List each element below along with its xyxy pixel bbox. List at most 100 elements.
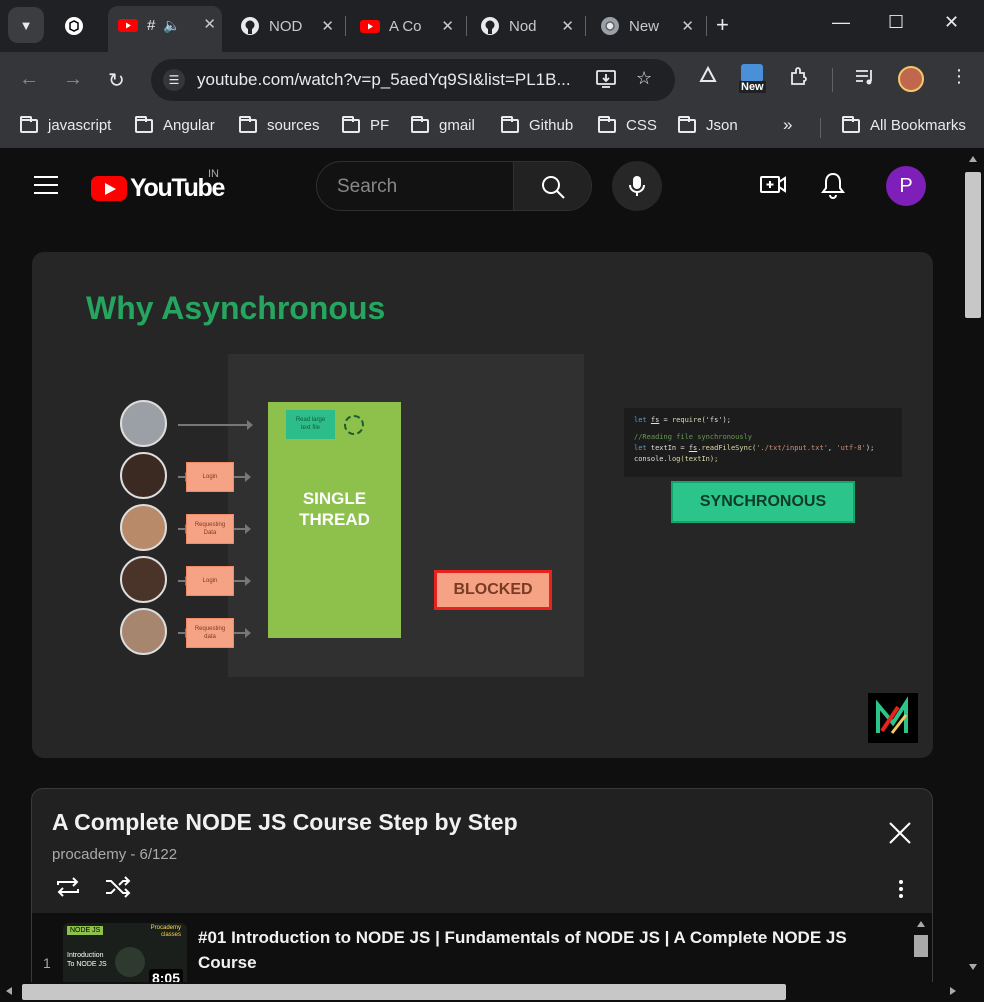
tab-github-node[interactable]: NOD ✕ <box>230 8 340 44</box>
tab-youtube-course[interactable]: A Co ✕ <box>350 8 460 44</box>
bookmark-folder[interactable]: PF <box>342 115 390 134</box>
create-video-button[interactable] <box>759 172 787 203</box>
shuffle-playlist-button[interactable] <box>104 875 132 904</box>
page-scroll-thumb[interactable] <box>965 172 981 318</box>
tab-chatgpt[interactable] <box>54 8 110 44</box>
loading-spinner-icon <box>344 415 364 435</box>
scroll-right-icon[interactable] <box>950 987 956 995</box>
minimize-button[interactable]: — <box>832 12 850 33</box>
all-bookmarks-button[interactable]: All Bookmarks <box>842 115 966 134</box>
bookmarks-overflow-button[interactable]: » <box>783 115 792 135</box>
youtube-header: YouTube IN Search P <box>0 148 962 224</box>
maximize-button[interactable]: ☐ <box>888 12 904 33</box>
close-tab-icon[interactable]: ✕ <box>203 15 216 33</box>
loop-playlist-button[interactable] <box>54 875 82 904</box>
scroll-up-icon[interactable] <box>969 156 977 162</box>
page-vertical-scrollbar[interactable] <box>962 148 984 982</box>
forward-button[interactable]: → <box>63 68 83 91</box>
notifications-button[interactable] <box>821 171 845 204</box>
playlist-subtitle[interactable]: procademy - 6/122 <box>52 846 177 863</box>
tab-github-node-2[interactable]: Nod ✕ <box>470 8 580 44</box>
extension-new-icon[interactable]: New <box>739 64 766 93</box>
site-info-icon[interactable]: ☰ <box>163 69 185 91</box>
account-avatar[interactable]: P <box>886 166 926 206</box>
close-tab-icon[interactable]: ✕ <box>561 17 574 35</box>
create-video-icon <box>760 176 786 193</box>
voice-search-button[interactable] <box>612 161 662 211</box>
bookmark-folder[interactable]: sources <box>239 115 320 134</box>
github-icon <box>240 16 260 36</box>
media-control-icon[interactable] <box>854 66 876 93</box>
extension-badge: New <box>739 81 766 93</box>
horizontal-scroll-thumb[interactable] <box>22 984 786 1000</box>
chrome-menu-icon[interactable]: ⋮ <box>950 66 968 87</box>
node-logo-icon <box>115 947 145 977</box>
chrome-icon <box>600 16 620 36</box>
repeat-icon <box>57 877 79 897</box>
extension-angular-icon[interactable] <box>698 65 718 91</box>
tab-strip: ▼ # 🔈 ✕ NOD ✕ A Co ✕ Nod ✕ New ✕ + — ☐ ✕ <box>0 0 984 52</box>
bookmark-star-icon[interactable]: ☆ <box>636 68 652 89</box>
bookmark-folder[interactable]: Json <box>678 115 738 134</box>
playlist-panel: A Complete NODE JS Course Step by Step p… <box>31 788 933 1002</box>
bookmark-folder[interactable]: javascript <box>20 115 112 134</box>
bookmark-folder[interactable]: Angular <box>135 115 215 134</box>
tab-active-youtube[interactable]: # 🔈 ✕ <box>108 6 222 52</box>
back-button[interactable]: ← <box>19 68 39 91</box>
search-box[interactable]: Search <box>316 161 592 211</box>
playlist-title[interactable]: A Complete NODE JS Course Step by Step <box>52 809 518 836</box>
close-icon <box>889 822 911 844</box>
scroll-up-icon[interactable] <box>917 921 925 927</box>
single-thread-box: Read large text file SINGLE THREAD <box>268 402 401 638</box>
close-playlist-button[interactable] <box>888 821 912 850</box>
playlist-scroll-thumb[interactable] <box>914 935 928 957</box>
person-avatar <box>120 556 167 603</box>
bell-icon <box>821 172 845 199</box>
search-icon <box>541 176 565 199</box>
request-box: Requesting Data <box>186 514 234 544</box>
tab-new-tab[interactable]: New ✕ <box>590 8 700 44</box>
address-bar[interactable]: ☰ youtube.com/watch?v=p_5aedYq9SI&list=P… <box>151 59 675 101</box>
install-app-icon[interactable] <box>595 68 617 95</box>
extensions-puzzle-icon[interactable] <box>788 66 810 93</box>
youtube-logo[interactable]: YouTube <box>91 174 225 203</box>
close-tab-icon[interactable]: ✕ <box>321 17 334 35</box>
playlist-video-title[interactable]: #01 Introduction to NODE JS | Fundamenta… <box>198 925 858 975</box>
url-text[interactable]: youtube.com/watch?v=p_5aedYq9SI&list=PL1… <box>197 70 571 90</box>
bookmark-folder[interactable]: Github <box>501 115 573 134</box>
bookmark-folder[interactable]: CSS <box>598 115 657 134</box>
playlist-more-button[interactable] <box>898 879 904 904</box>
close-tab-icon[interactable]: ✕ <box>681 17 694 35</box>
close-tab-icon[interactable]: ✕ <box>441 17 454 35</box>
person-avatar <box>120 504 167 551</box>
scroll-down-icon[interactable] <box>969 964 977 970</box>
search-input[interactable]: Search <box>337 176 397 198</box>
thumbnail-badge: NODE JS <box>67 926 104 935</box>
tab-title: A Co <box>389 17 422 35</box>
tab-title: NOD <box>269 17 303 35</box>
tab-search-button[interactable]: ▼ <box>8 7 44 43</box>
bookmark-label: sources <box>267 117 320 134</box>
profile-avatar[interactable] <box>898 66 924 92</box>
bookmark-folder[interactable]: gmail <box>411 115 475 134</box>
youtube-icon <box>118 15 138 35</box>
code-snippet: let fs = require('fs'); //Reading file s… <box>624 408 902 477</box>
new-tab-button[interactable]: + <box>716 12 729 38</box>
person-avatar <box>120 608 167 655</box>
speaker-icon[interactable]: 🔈 <box>163 17 180 34</box>
thumbnail-brand: Procademy classes <box>150 925 181 938</box>
scroll-left-icon[interactable] <box>6 987 12 995</box>
microphone-icon <box>629 176 645 196</box>
menu-hamburger-icon[interactable] <box>34 176 58 200</box>
bookmark-label: PF <box>370 117 390 134</box>
youtube-page: YouTube IN Search P Why Asynchronous Log… <box>0 148 984 1002</box>
video-player[interactable]: Why Asynchronous Login Requesting Data Lo… <box>32 252 933 758</box>
folder-icon <box>239 115 257 133</box>
bookmark-label: javascript <box>48 117 112 134</box>
thumbnail-text: Introduction To NODE JS <box>67 952 107 968</box>
page-horizontal-scrollbar[interactable] <box>0 982 962 1002</box>
reload-button[interactable]: ↻ <box>108 68 125 93</box>
close-window-button[interactable]: ✕ <box>944 12 959 33</box>
youtube-icon <box>360 16 380 36</box>
search-button[interactable] <box>513 162 591 210</box>
